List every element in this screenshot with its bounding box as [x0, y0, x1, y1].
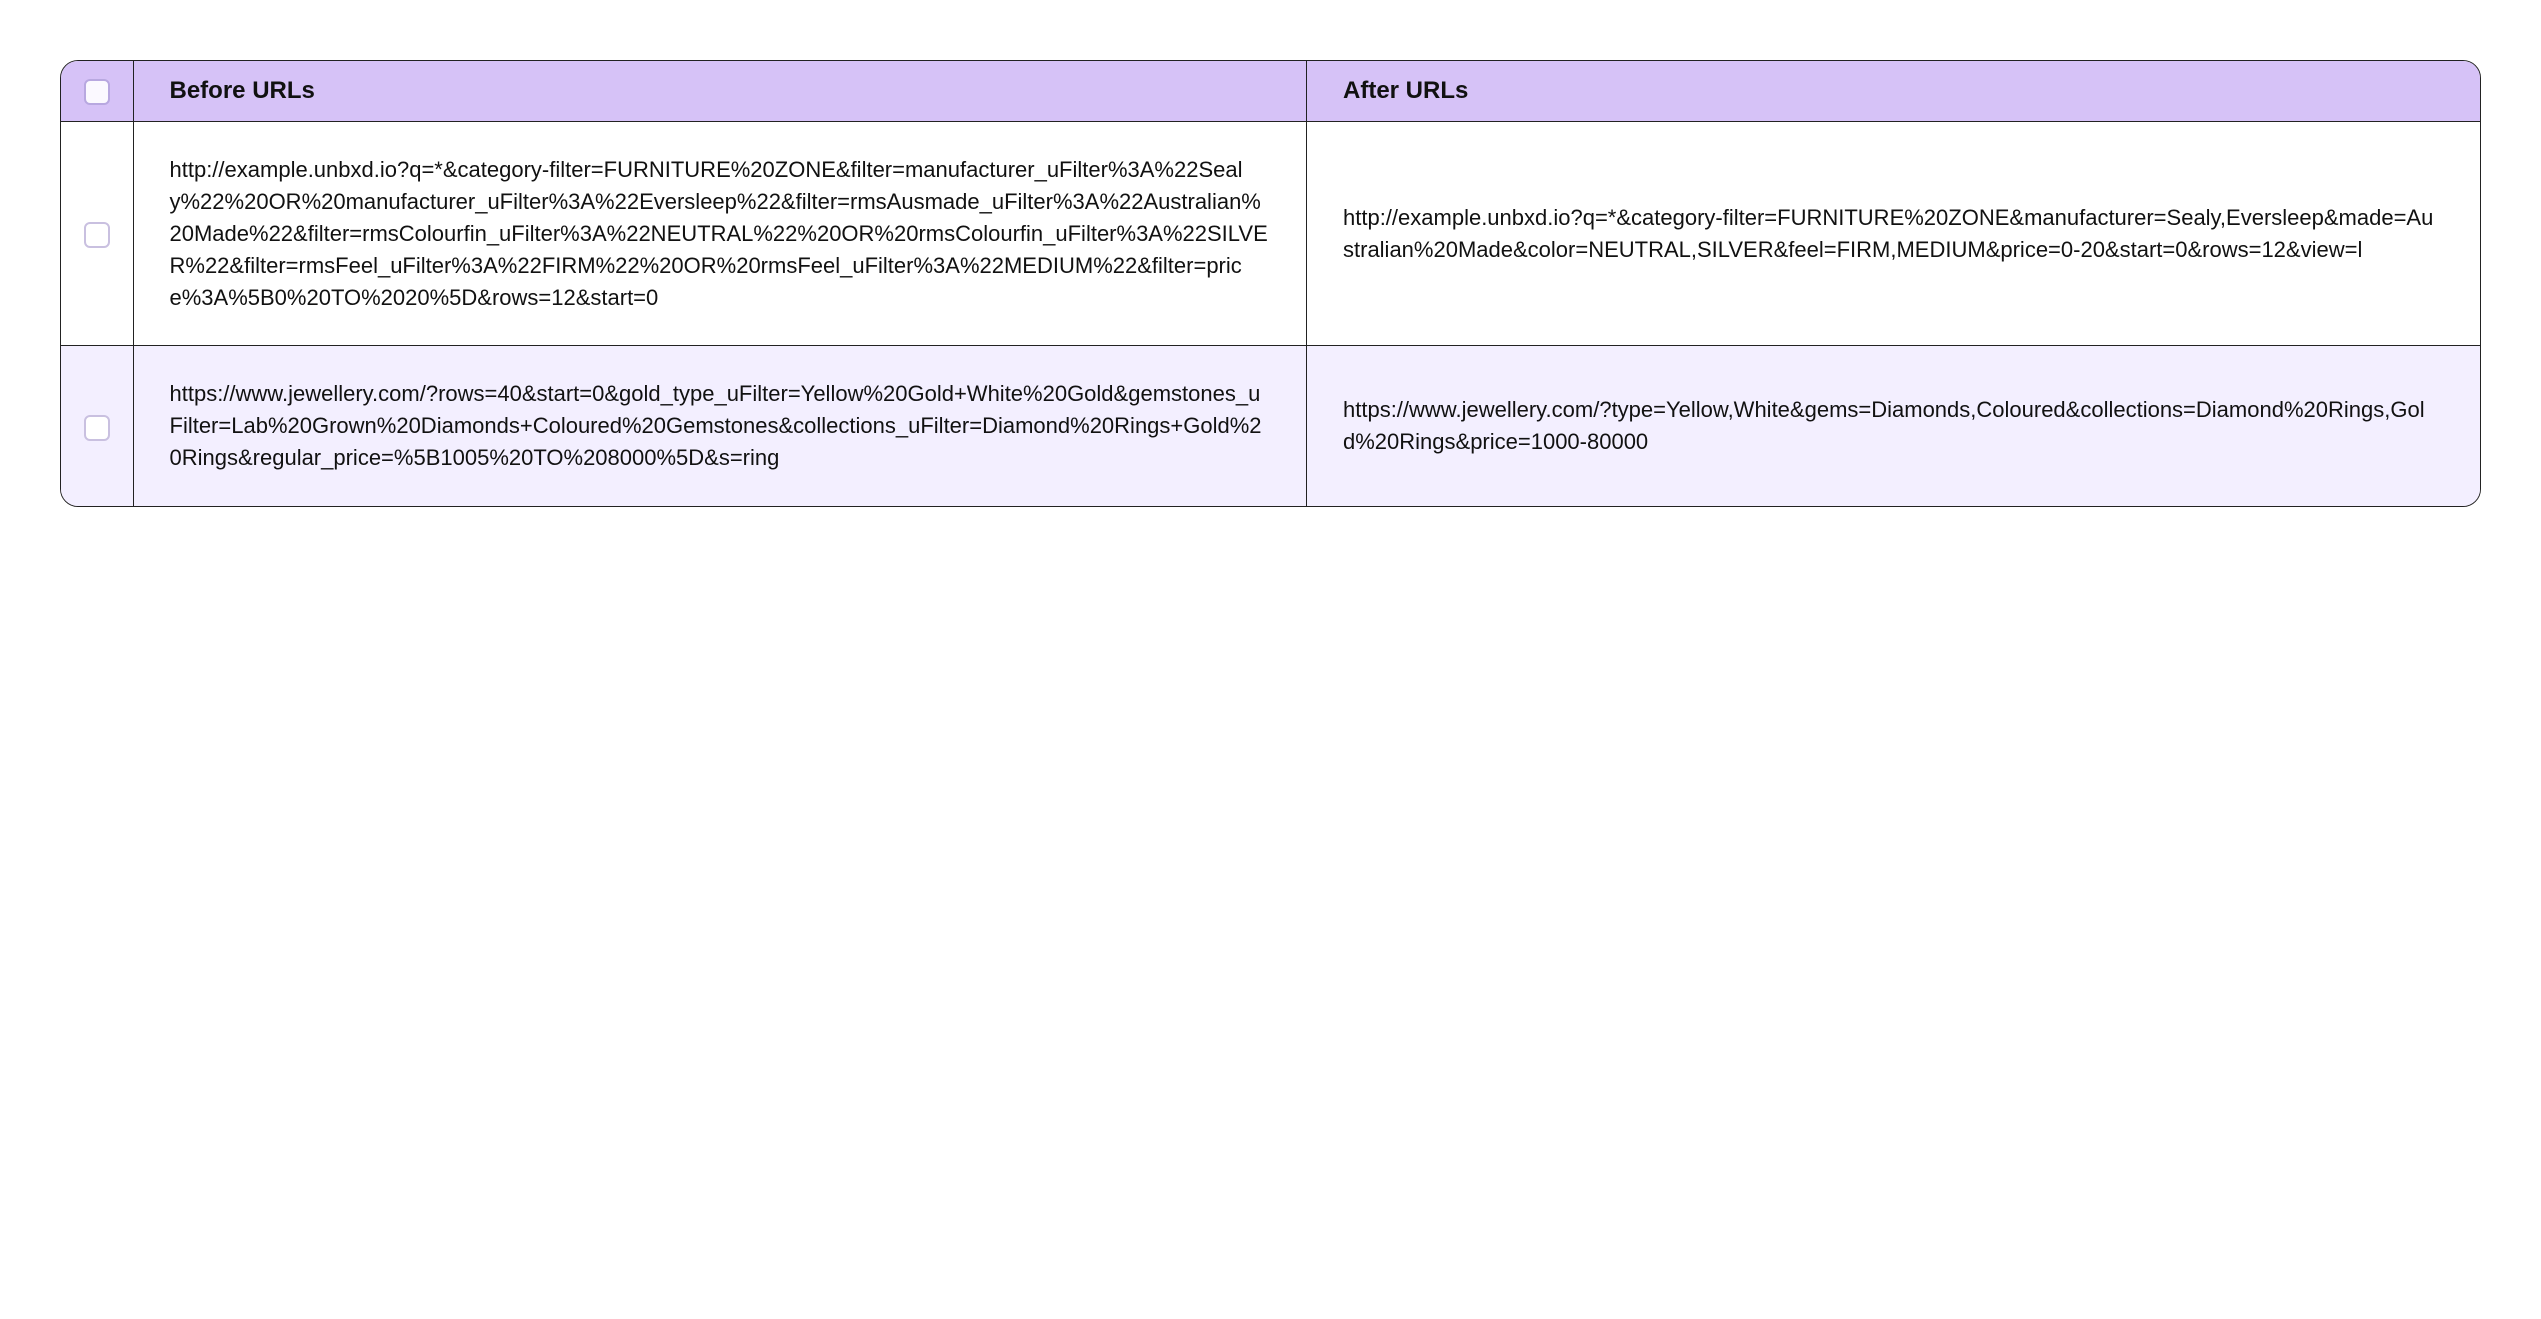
before-url-cell: https://www.jewellery.com/?rows=40&start… — [133, 346, 1307, 506]
table-header-row: Before URLs After URLs — [61, 61, 2480, 122]
select-all-checkbox[interactable] — [84, 79, 110, 105]
column-header-before: Before URLs — [133, 61, 1307, 122]
row-checkbox[interactable] — [84, 222, 110, 248]
url-comparison-table: Before URLs After URLs http://example.un… — [60, 60, 2481, 507]
table-row: http://example.unbxd.io?q=*&category-fil… — [61, 122, 2480, 346]
column-header-after: After URLs — [1307, 61, 2481, 122]
row-select-cell — [61, 346, 133, 506]
row-select-cell — [61, 122, 133, 346]
before-url-cell: http://example.unbxd.io?q=*&category-fil… — [133, 122, 1307, 346]
table-row: https://www.jewellery.com/?rows=40&start… — [61, 346, 2480, 506]
after-url-cell: https://www.jewellery.com/?type=Yellow,W… — [1307, 346, 2481, 506]
after-url-cell: http://example.unbxd.io?q=*&category-fil… — [1307, 122, 2481, 346]
select-all-cell — [61, 61, 133, 122]
row-checkbox[interactable] — [84, 415, 110, 441]
